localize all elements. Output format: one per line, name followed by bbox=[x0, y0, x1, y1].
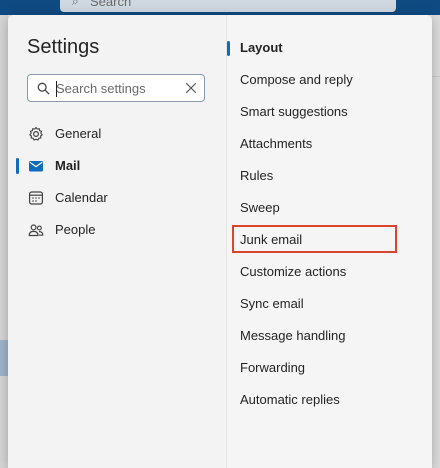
nav-item-people[interactable]: People bbox=[8, 216, 226, 244]
mail-section-forwarding[interactable]: Forwarding bbox=[227, 354, 432, 382]
selection-indicator bbox=[16, 158, 19, 174]
app-search-icon: ⌕ bbox=[72, 0, 79, 8]
app-left-rail bbox=[0, 15, 8, 468]
mail-section-sweep-label: Sweep bbox=[240, 200, 280, 215]
mail-section-rules[interactable]: Rules bbox=[227, 162, 432, 190]
people-icon bbox=[28, 224, 44, 237]
search-icon bbox=[37, 82, 50, 95]
app-right-edge bbox=[432, 15, 440, 468]
nav-item-general-label: General bbox=[55, 126, 102, 141]
mail-section-customize-actions[interactable]: Customize actions bbox=[227, 258, 432, 286]
mail-section-message-handling-label: Message handling bbox=[240, 328, 346, 343]
mail-section-message-handling[interactable]: Message handling bbox=[227, 322, 432, 350]
settings-categories-pane: Settings General bbox=[8, 15, 226, 468]
junk-email-highlight bbox=[232, 225, 397, 253]
settings-search-input[interactable] bbox=[56, 78, 176, 98]
mail-section-customize-actions-label: Customize actions bbox=[240, 264, 347, 279]
mail-section-sweep[interactable]: Sweep bbox=[227, 194, 432, 222]
mail-section-smart-suggestions[interactable]: Smart suggestions bbox=[227, 98, 432, 126]
settings-search-box[interactable] bbox=[27, 74, 205, 102]
mail-section-rules-label: Rules bbox=[240, 168, 274, 183]
nav-item-mail[interactable]: Mail bbox=[8, 152, 226, 180]
selection-indicator bbox=[227, 41, 230, 56]
mail-section-automatic-replies[interactable]: Automatic replies bbox=[227, 386, 432, 414]
app-right-divider bbox=[432, 76, 440, 77]
clear-search-icon[interactable] bbox=[185, 82, 197, 94]
mail-icon bbox=[29, 161, 43, 172]
nav-item-calendar[interactable]: Calendar bbox=[8, 184, 226, 212]
mail-section-sync-email-label: Sync email bbox=[240, 296, 304, 311]
app-left-rail-selection bbox=[0, 340, 8, 376]
mail-section-smart-suggestions-label: Smart suggestions bbox=[240, 104, 348, 119]
settings-title: Settings bbox=[27, 36, 100, 58]
mail-section-forwarding-label: Forwarding bbox=[240, 360, 306, 375]
mail-section-layout[interactable]: Layout bbox=[227, 34, 432, 62]
mail-section-attachments-label: Attachments bbox=[240, 136, 313, 151]
mail-section-compose-and-reply[interactable]: Compose and reply bbox=[227, 66, 432, 94]
nav-item-mail-label: Mail bbox=[55, 158, 81, 173]
mail-section-sync-email[interactable]: Sync email bbox=[227, 290, 432, 318]
nav-item-general[interactable]: General bbox=[8, 120, 226, 148]
nav-item-people-label: People bbox=[55, 222, 96, 237]
app-search-label: Search bbox=[90, 0, 132, 9]
nav-item-calendar-label: Calendar bbox=[55, 190, 108, 205]
calendar-icon bbox=[29, 191, 44, 205]
mail-section-layout-label: Layout bbox=[240, 40, 283, 55]
mail-section-compose-and-reply-label: Compose and reply bbox=[240, 72, 353, 87]
mail-section-attachments[interactable]: Attachments bbox=[227, 130, 432, 158]
text-cursor bbox=[56, 81, 57, 97]
gear-icon bbox=[29, 126, 43, 141]
mail-section-automatic-replies-label: Automatic replies bbox=[240, 392, 340, 407]
